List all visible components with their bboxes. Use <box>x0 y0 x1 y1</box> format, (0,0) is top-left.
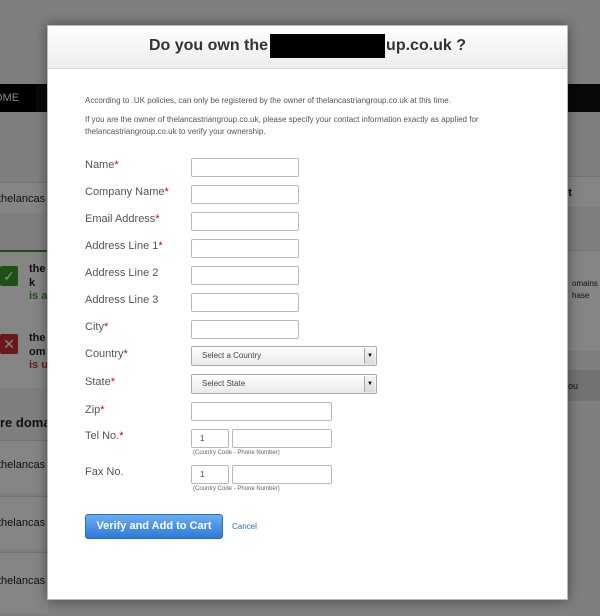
redaction-box <box>270 34 385 58</box>
cancel-link[interactable]: Cancel <box>232 522 257 531</box>
state-label: State* <box>85 376 115 388</box>
state-select-value: Select State <box>202 379 246 388</box>
dialog-title-prefix: Do you own the <box>148 37 269 54</box>
email-input[interactable] <box>191 212 299 231</box>
required-mark: * <box>123 348 128 360</box>
required-mark: * <box>155 213 160 225</box>
tel-hint: (Country Code - Phone Number) <box>193 450 280 456</box>
required-mark: * <box>103 321 109 333</box>
tel-country-code-input[interactable]: 1 <box>191 429 229 448</box>
tel-label: Tel No.* <box>85 430 124 442</box>
address-line-2-label: Address Line 2 <box>85 267 159 279</box>
address-line-1-input[interactable] <box>191 239 299 258</box>
address-line-1-label: Address Line 1* <box>85 240 163 252</box>
dialog-title-suffix: up.co.uk ? <box>386 37 467 54</box>
fax-country-code-input[interactable]: 1 <box>191 465 229 484</box>
email-label: Email Address* <box>85 213 160 225</box>
verify-ownership-dialog: Do you own the up.co.uk ? According to .U… <box>47 25 568 600</box>
country-select[interactable]: Select a Country ▼ <box>191 346 377 366</box>
name-label: Name* <box>85 159 119 171</box>
fax-number-input[interactable] <box>232 465 332 484</box>
chevron-down-icon: ▼ <box>364 376 375 392</box>
chevron-down-icon: ▼ <box>364 348 375 364</box>
required-mark: * <box>110 376 115 388</box>
dialog-header: Do you own the up.co.uk ? <box>48 26 567 69</box>
country-label: Country* <box>85 348 128 360</box>
name-input[interactable] <box>191 158 299 177</box>
policy-notice: According to .UK policies, can only be r… <box>85 96 451 105</box>
zip-input[interactable] <box>191 402 332 421</box>
company-name-label: Company Name* <box>85 186 169 198</box>
tel-number-input[interactable] <box>232 429 332 448</box>
fax-hint: (Country Code - Phone Number) <box>193 486 280 492</box>
fax-label: Fax No. <box>85 466 124 478</box>
address-line-3-label: Address Line 3 <box>85 294 159 306</box>
zip-label: Zip* <box>85 404 105 416</box>
state-select[interactable]: Select State ▼ <box>191 374 377 394</box>
address-line-2-input[interactable] <box>191 266 299 285</box>
country-select-value: Select a Country <box>202 351 262 360</box>
verify-and-add-to-cart-button[interactable]: Verify and Add to Cart <box>85 514 223 539</box>
required-mark: * <box>100 404 105 416</box>
required-mark: * <box>119 430 124 442</box>
required-mark: * <box>164 186 169 198</box>
required-mark: * <box>158 240 163 252</box>
city-label: City* <box>85 321 109 333</box>
ownership-instructions: If you are the owner of thelancastriangr… <box>85 115 479 136</box>
city-input[interactable] <box>191 320 299 339</box>
company-name-input[interactable] <box>191 185 299 204</box>
required-mark: * <box>114 159 119 171</box>
address-line-3-input[interactable] <box>191 293 299 312</box>
